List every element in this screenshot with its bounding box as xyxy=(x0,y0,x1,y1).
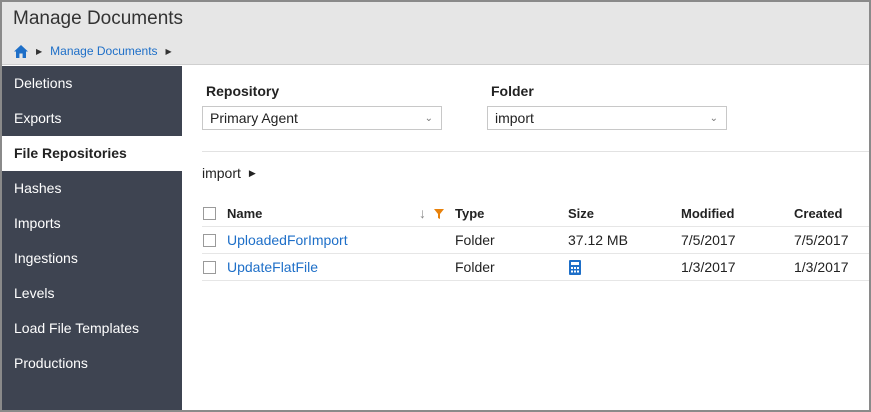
sidebar-item-file-repositories[interactable]: File Repositories xyxy=(2,136,182,171)
sidebar-item-productions[interactable]: Productions xyxy=(2,346,182,381)
file-name-link[interactable]: UploadedForImport xyxy=(227,227,348,254)
sort-descending-icon[interactable]: ↓ xyxy=(419,205,426,221)
sidebar-item-levels[interactable]: Levels xyxy=(2,276,182,311)
page-title: Manage Documents xyxy=(13,8,184,29)
sidebar-item-imports[interactable]: Imports xyxy=(2,206,182,241)
calculator-icon[interactable] xyxy=(569,260,581,278)
file-type: Folder xyxy=(455,232,495,248)
main-content: Repository Primary Agent ⌄ Folder import… xyxy=(182,66,869,410)
file-modified: 1/3/2017 xyxy=(681,259,736,275)
select-all-checkbox[interactable] xyxy=(203,207,216,220)
file-table: Name ↓ Type Size Modified Created Upload… xyxy=(202,200,869,281)
chevron-down-icon: ⌄ xyxy=(424,113,433,124)
repository-select-value: Primary Agent xyxy=(210,110,298,126)
sidebar-item-load-file-templates[interactable]: Load File Templates xyxy=(2,311,182,346)
row-checkbox[interactable] xyxy=(203,234,216,247)
column-header-modified[interactable]: Modified xyxy=(681,200,734,227)
breadcrumb-manage-documents[interactable]: Manage Documents xyxy=(50,44,157,58)
app-window: Manage Documents ▶ Manage Documents ▶ De… xyxy=(0,0,871,412)
column-header-name[interactable]: Name xyxy=(227,200,262,227)
home-icon[interactable] xyxy=(14,44,28,58)
file-modified: 7/5/2017 xyxy=(681,232,736,248)
divider xyxy=(202,151,869,152)
repository-label: Repository xyxy=(206,83,280,99)
sidebar-item-deletions[interactable]: Deletions xyxy=(2,66,182,101)
breadcrumb-expand-icon[interactable]: ▶ xyxy=(166,47,172,56)
file-type: Folder xyxy=(455,259,495,275)
file-size: 37.12 MB xyxy=(568,232,628,248)
file-name-link[interactable]: UpdateFlatFile xyxy=(227,254,318,281)
table-row: UpdateFlatFile Folder 1/3/2017 1/3/2017 xyxy=(202,254,869,281)
column-header-type[interactable]: Type xyxy=(455,200,484,227)
folder-select[interactable]: import ⌄ xyxy=(487,106,727,130)
row-checkbox[interactable] xyxy=(203,261,216,274)
breadcrumb: ▶ Manage Documents ▶ xyxy=(14,44,172,58)
repository-select[interactable]: Primary Agent ⌄ xyxy=(202,106,442,130)
file-created: 7/5/2017 xyxy=(794,232,849,248)
breadcrumb-separator-icon: ▶ xyxy=(36,46,43,56)
sidebar-item-exports[interactable]: Exports xyxy=(2,101,182,136)
chevron-down-icon: ⌄ xyxy=(709,113,718,124)
column-header-size[interactable]: Size xyxy=(568,200,594,227)
sidebar-item-hashes[interactable]: Hashes xyxy=(2,171,182,206)
page-header: Manage Documents ▶ Manage Documents ▶ xyxy=(2,2,869,65)
folder-path-breadcrumb: import ▶ xyxy=(202,165,256,181)
folder-label: Folder xyxy=(491,83,534,99)
folder-select-value: import xyxy=(495,110,534,126)
column-header-created[interactable]: Created xyxy=(794,200,842,227)
table-header-row: Name ↓ Type Size Modified Created xyxy=(202,200,869,227)
filter-icon[interactable] xyxy=(434,207,444,222)
sidebar-item-ingestions[interactable]: Ingestions xyxy=(2,241,182,276)
sidebar: Deletions Exports File Repositories Hash… xyxy=(2,66,182,410)
folder-path-current[interactable]: import xyxy=(202,165,241,181)
file-created: 1/3/2017 xyxy=(794,259,849,275)
folder-path-expand-icon[interactable]: ▶ xyxy=(249,168,256,179)
table-row: UploadedForImport Folder 37.12 MB 7/5/20… xyxy=(202,227,869,254)
